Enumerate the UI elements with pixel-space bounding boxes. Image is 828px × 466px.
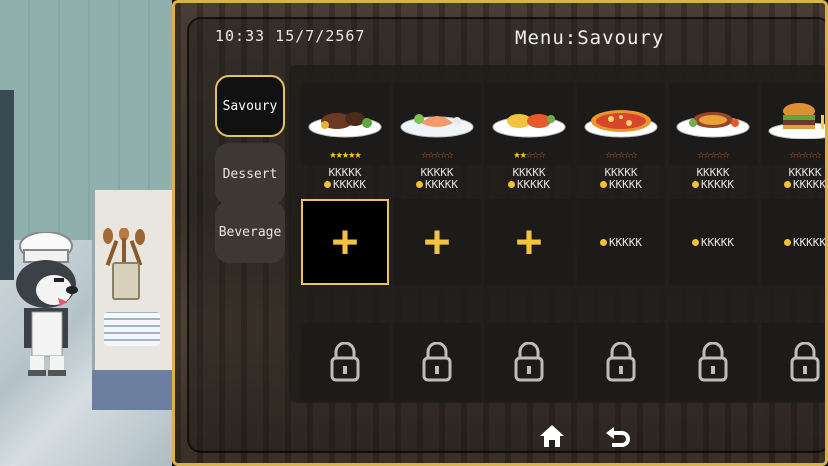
coin-icon [507,181,515,188]
dish-info: KKKKK KKKKK [485,167,573,191]
padlock-icon [790,342,820,382]
tab-savoury[interactable]: Savoury [215,75,285,137]
plus-icon: + [515,216,543,267]
dish-price: KKKKK [485,179,573,191]
rating-stars: ☆☆☆☆☆ [393,147,481,161]
dish-card[interactable]: ☆☆☆☆☆ [393,83,481,165]
locked-slot [393,323,481,401]
star-empty-icon: ☆ [722,147,729,161]
rating-stars: ☆☆☆☆☆ [577,147,665,161]
sausage-plate-icon [676,112,750,138]
plus-icon: + [423,216,451,267]
padlock-icon [514,342,544,382]
dish-card[interactable]: ☆☆☆☆☆ [577,83,665,165]
dish-price: KKKKK [669,179,757,191]
dish-price: KKKKK [393,179,481,191]
rating-stars: ☆☆☆☆☆ [761,147,825,161]
star-empty-icon: ☆ [814,147,821,161]
star-filled-icon: ★ [354,147,361,161]
coin-icon [783,238,791,246]
coin-icon [599,238,607,246]
tab-beverage[interactable]: Beverage [215,201,285,263]
burger-plate-icon [768,103,825,139]
locked-slot [301,323,389,401]
add-dish-slot[interactable]: + [301,199,389,285]
dish-info: KKKKK KKKKK [669,167,757,191]
star-empty-icon: ☆ [446,147,453,161]
padlock-icon [330,342,360,382]
steak-plate-icon [308,112,382,138]
coin-icon [323,181,331,188]
dish-price: KKKKK [301,179,389,191]
dish-card[interactable]: ☆☆☆☆☆ [669,83,757,165]
dish-card[interactable]: ★★★★★ [301,83,389,165]
star-empty-icon: ☆ [538,147,545,161]
coin-icon [783,181,791,188]
add-dish-slot[interactable]: + [393,199,481,285]
padlock-icon [422,342,452,382]
omelette-plate-icon [492,114,566,138]
padlock-icon [606,342,636,382]
coin-icon [691,181,699,188]
locked-slot [761,323,825,401]
locked-slot [669,323,757,401]
rating-stars: ★★★★★ [301,147,389,161]
rating-stars: ★★☆☆☆ [485,147,573,161]
dish-info: KKKKK KKKKK [577,167,665,191]
padlock-icon [698,342,728,382]
unlock-slot[interactable]: KKKKK [577,199,665,285]
coin-icon [691,238,699,246]
menu-window: 10:33 15/7/2567 Menu:Savoury Savoury Des… [172,0,828,466]
locked-slot [485,323,573,401]
dish-card[interactable]: ☆☆☆☆☆ [761,83,825,165]
plus-icon: + [331,216,359,267]
star-empty-icon: ☆ [630,147,637,161]
add-dish-slot[interactable]: + [485,199,573,285]
dish-info: KKKKK KKKKK [393,167,481,191]
coin-icon [415,181,423,188]
locked-slot [577,323,665,401]
dish-info: KKKKK KKKKK [301,167,389,191]
plate-stack [104,312,160,346]
dish-price: KKKKK [761,179,825,191]
chef-dog-character [16,232,78,376]
return-arrow-icon [606,427,630,447]
unlock-slot[interactable]: KKKKK [669,199,757,285]
dish-card[interactable]: ★★☆☆☆ [485,83,573,165]
salmon-plate-icon [400,114,474,138]
home-icon [540,425,564,447]
menu-title: Menu:Savoury [515,27,665,49]
unlock-slot[interactable]: KKKKK [761,199,825,285]
back-button[interactable] [603,421,633,451]
coin-icon [599,181,607,188]
utensil-jar [112,262,140,300]
pizza-plate-icon [584,110,658,138]
rating-stars: ☆☆☆☆☆ [669,147,757,161]
game-clock: 10:33 15/7/2567 [215,27,366,45]
home-button[interactable] [537,421,567,451]
counter-base [92,370,172,410]
dish-price: KKKKK [577,179,665,191]
dish-info: KKKKK KKKKK [761,167,825,191]
tab-dessert[interactable]: Dessert [215,143,285,205]
kitchen-scene [0,0,172,466]
